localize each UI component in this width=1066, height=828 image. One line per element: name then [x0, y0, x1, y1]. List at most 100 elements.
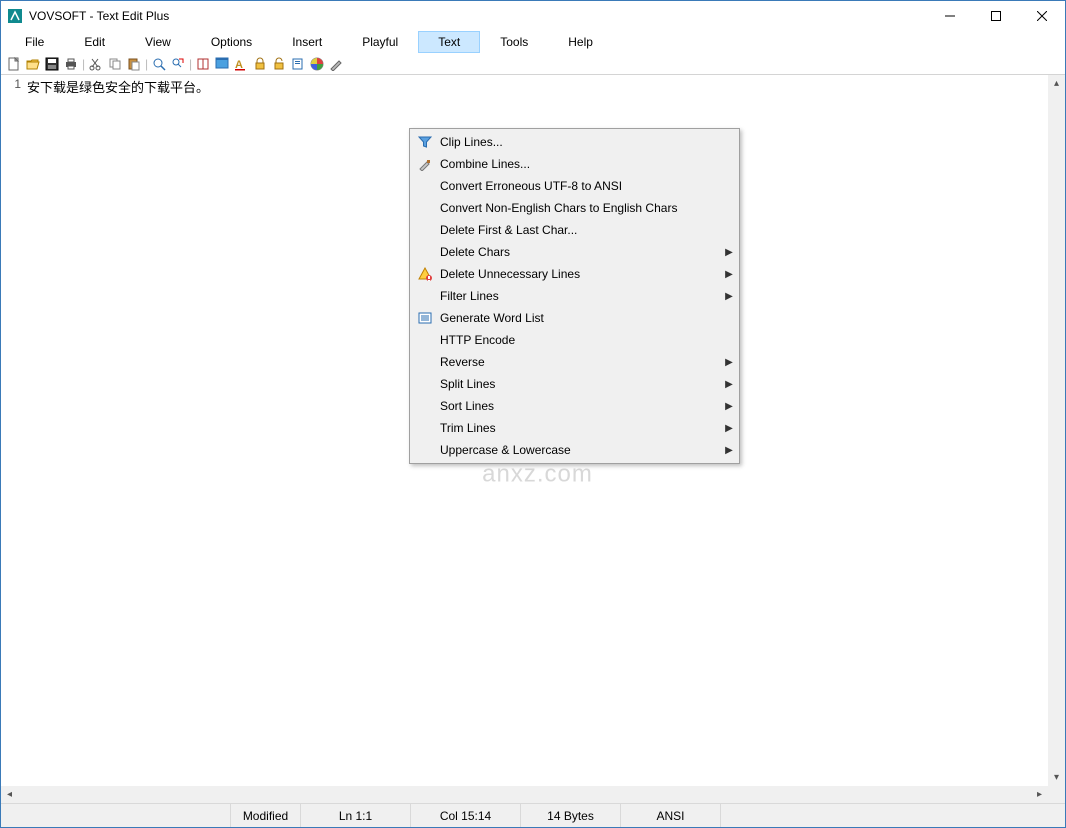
minimize-button[interactable] — [927, 1, 973, 31]
book-icon[interactable] — [194, 55, 212, 73]
submenu-arrow-icon: ▶ — [721, 379, 737, 390]
statusbar: Modified Ln 1:1 Col 15:14 14 Bytes ANSI — [1, 803, 1065, 827]
menu-item-convert-non-english-chars-to-english-chars[interactable]: Convert Non-English Chars to English Cha… — [412, 197, 737, 219]
submenu-arrow-icon: ▶ — [721, 357, 737, 368]
scroll-left-icon[interactable]: ◂ — [1, 786, 18, 803]
close-button[interactable] — [1019, 1, 1065, 31]
menu-item-reverse[interactable]: Reverse▶ — [412, 351, 737, 373]
line-gutter: 1 — [1, 75, 27, 786]
menu-item-clip-lines[interactable]: Clip Lines... — [412, 131, 737, 153]
submenu-arrow-icon: ▶ — [721, 291, 737, 302]
separator-icon: | — [188, 55, 193, 73]
bookmark-icon[interactable] — [289, 55, 307, 73]
menu-insert[interactable]: Insert — [272, 31, 342, 53]
status-encoding: ANSI — [621, 804, 721, 827]
app-window: VOVSOFT - Text Edit Plus File Edit View … — [0, 0, 1066, 828]
menu-item-label: Uppercase & Lowercase — [438, 443, 721, 457]
menu-file[interactable]: File — [5, 31, 64, 53]
maximize-button[interactable] — [973, 1, 1019, 31]
menu-item-delete-chars[interactable]: Delete Chars▶ — [412, 241, 737, 263]
submenu-arrow-icon: ▶ — [721, 269, 737, 280]
submenu-arrow-icon: ▶ — [721, 401, 737, 412]
status-ln: Ln 1:1 — [301, 804, 411, 827]
menu-item-combine-lines[interactable]: Combine Lines... — [412, 153, 737, 175]
menu-item-label: Trim Lines — [438, 421, 721, 435]
toolbar: | | | A — [1, 53, 1065, 75]
paste-icon[interactable] — [125, 55, 143, 73]
copy-icon[interactable] — [106, 55, 124, 73]
menu-help[interactable]: Help — [548, 31, 613, 53]
separator-icon: | — [81, 55, 86, 73]
app-icon — [7, 8, 23, 24]
menu-item-label: Delete Chars — [438, 245, 721, 259]
menu-options[interactable]: Options — [191, 31, 272, 53]
menu-item-split-lines[interactable]: Split Lines▶ — [412, 373, 737, 395]
scroll-up-icon[interactable]: ▴ — [1048, 75, 1065, 92]
submenu-arrow-icon: ▶ — [721, 247, 737, 258]
menu-item-label: Sort Lines — [438, 399, 721, 413]
new-icon[interactable] — [5, 55, 23, 73]
menu-item-label: Generate Word List — [438, 311, 737, 325]
menu-item-uppercase-lowercase[interactable]: Uppercase & Lowercase▶ — [412, 439, 737, 461]
extra-icon[interactable] — [327, 55, 345, 73]
menu-edit[interactable]: Edit — [64, 31, 125, 53]
fullscreen-icon[interactable] — [213, 55, 231, 73]
scroll-track-h[interactable] — [18, 786, 1031, 803]
replace-icon[interactable] — [169, 55, 187, 73]
menu-tools[interactable]: Tools — [480, 31, 548, 53]
color-icon[interactable] — [308, 55, 326, 73]
scroll-track[interactable] — [1048, 92, 1065, 769]
menubar: File Edit View Options Insert Playful Te… — [1, 31, 1065, 53]
horizontal-scrollbar[interactable]: ◂ ▸ — [1, 786, 1065, 803]
menu-item-label: Combine Lines... — [438, 157, 737, 171]
vertical-scrollbar[interactable]: ▴ ▾ — [1048, 75, 1065, 786]
status-modified: Modified — [231, 804, 301, 827]
scroll-down-icon[interactable]: ▾ — [1048, 769, 1065, 786]
menu-item-label: Split Lines — [438, 377, 721, 391]
menu-item-delete-first-last-char[interactable]: Delete First & Last Char... — [412, 219, 737, 241]
menu-item-label: HTTP Encode — [438, 333, 737, 347]
unlock-icon[interactable] — [270, 55, 288, 73]
list-icon — [412, 311, 438, 325]
menu-item-label: Clip Lines... — [438, 135, 737, 149]
scroll-right-icon[interactable]: ▸ — [1031, 786, 1048, 803]
cut-icon[interactable] — [87, 55, 105, 73]
warn-icon — [412, 267, 438, 281]
menu-text[interactable]: Text — [418, 31, 480, 53]
submenu-arrow-icon: ▶ — [721, 445, 737, 456]
watermark-sub: anxz.com — [482, 460, 593, 487]
menu-item-filter-lines[interactable]: Filter Lines▶ — [412, 285, 737, 307]
menu-item-label: Reverse — [438, 355, 721, 369]
lock-icon[interactable] — [251, 55, 269, 73]
menu-item-label: Delete First & Last Char... — [438, 223, 737, 237]
text-menu-dropdown: Clip Lines... Combine Lines... Convert Err… — [409, 128, 740, 464]
status-bytes: 14 Bytes — [521, 804, 621, 827]
window-title: VOVSOFT - Text Edit Plus — [29, 9, 927, 23]
titlebar: VOVSOFT - Text Edit Plus — [1, 1, 1065, 31]
menu-item-label: Filter Lines — [438, 289, 721, 303]
open-icon[interactable] — [24, 55, 42, 73]
menu-item-label: Convert Non-English Chars to English Cha… — [438, 201, 737, 215]
menu-view[interactable]: View — [125, 31, 191, 53]
line-number: 1 — [1, 77, 21, 91]
menu-item-sort-lines[interactable]: Sort Lines▶ — [412, 395, 737, 417]
save-icon[interactable] — [43, 55, 61, 73]
scroll-corner — [1048, 786, 1065, 803]
print-icon[interactable] — [62, 55, 80, 73]
menu-item-convert-erroneous-utf-8-to-ansi[interactable]: Convert Erroneous UTF-8 to ANSI — [412, 175, 737, 197]
menu-item-delete-unnecessary-lines[interactable]: Delete Unnecessary Lines▶ — [412, 263, 737, 285]
menu-item-generate-word-list[interactable]: Generate Word List — [412, 307, 737, 329]
submenu-arrow-icon: ▶ — [721, 423, 737, 434]
menu-playful[interactable]: Playful — [342, 31, 418, 53]
menu-item-label: Convert Erroneous UTF-8 to ANSI — [438, 179, 737, 193]
status-col: Col 15:14 — [411, 804, 521, 827]
text-line[interactable]: 安下载是绿色安全的下载平台。 — [27, 77, 1048, 96]
status-empty — [1, 804, 231, 827]
find-icon[interactable] — [150, 55, 168, 73]
menu-item-label: Delete Unnecessary Lines — [438, 267, 721, 281]
menu-item-trim-lines[interactable]: Trim Lines▶ — [412, 417, 737, 439]
menu-item-http-encode[interactable]: HTTP Encode — [412, 329, 737, 351]
separator-icon: | — [144, 55, 149, 73]
funnel-icon — [412, 135, 438, 149]
font-icon[interactable]: A — [232, 55, 250, 73]
